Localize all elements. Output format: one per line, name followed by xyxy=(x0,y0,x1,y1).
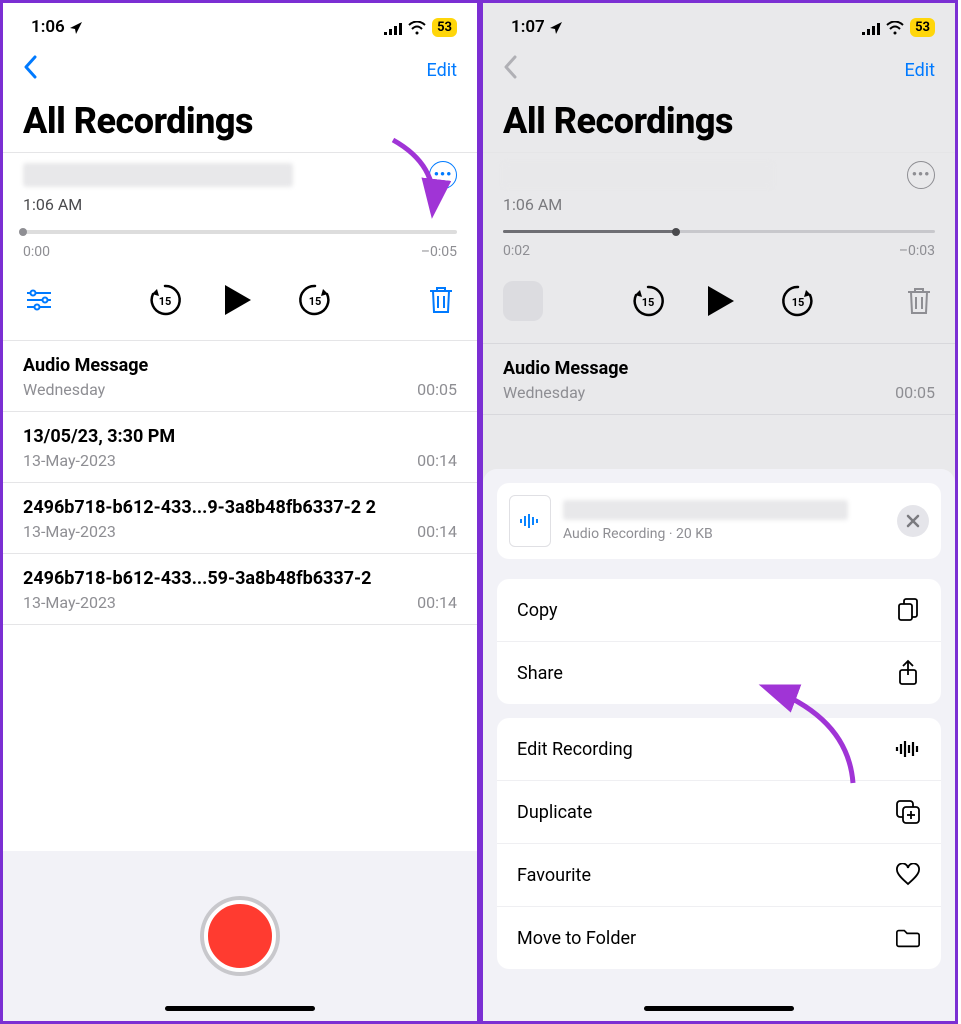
delete-button[interactable] xyxy=(425,284,457,316)
recordings-list: Audio Message Wednesday00:05 xyxy=(483,343,955,415)
home-indicator[interactable] xyxy=(165,1006,315,1011)
delete-button[interactable] xyxy=(903,285,935,317)
screenshot-left: 1:06 53 Edit All Recordings ••• 1:06 xyxy=(0,0,480,1024)
back-button[interactable] xyxy=(503,55,517,86)
heart-icon xyxy=(895,862,921,888)
page-title: All Recordings xyxy=(23,100,457,142)
action-group-1: Copy Share xyxy=(497,579,941,704)
svg-text:15: 15 xyxy=(642,296,655,309)
recording-timestamp: 1:06 AM xyxy=(23,189,457,230)
cellular-signal-icon xyxy=(384,20,402,34)
skip-back-15-button[interactable]: 15 xyxy=(147,282,183,318)
file-name-redacted xyxy=(563,500,848,520)
svg-text:15: 15 xyxy=(159,295,172,308)
play-button[interactable] xyxy=(706,284,740,318)
record-button[interactable] xyxy=(204,900,276,972)
play-button[interactable] xyxy=(223,283,257,317)
record-footer xyxy=(3,851,477,1021)
edit-button[interactable]: Edit xyxy=(905,60,935,81)
more-options-button[interactable]: ••• xyxy=(429,161,457,189)
elapsed-time: 0:00 xyxy=(23,244,50,260)
waveform-icon xyxy=(895,736,921,762)
playback-time-labels: 0:02 –0:03 xyxy=(483,233,955,263)
recording-timestamp: 1:06 AM xyxy=(503,189,935,230)
share-icon xyxy=(895,660,921,686)
action-move-to-folder[interactable]: Move to Folder xyxy=(497,907,941,969)
status-bar: 1:07 53 xyxy=(483,3,955,45)
playback-options-button[interactable] xyxy=(503,281,543,321)
status-time: 1:07 xyxy=(511,17,545,37)
action-edit-recording[interactable]: Edit Recording xyxy=(497,718,941,781)
playback-time-labels: 0:00 –0:05 xyxy=(3,234,477,264)
sheet-file-header: Audio Recording · 20 KB xyxy=(497,483,941,559)
recording-title-redacted xyxy=(23,163,293,187)
list-item[interactable]: Audio Message Wednesday00:05 xyxy=(3,341,477,412)
list-item[interactable]: 2496b718-b612-433...59-3a8b48fb6337-2 13… xyxy=(3,554,477,625)
cellular-signal-icon xyxy=(862,20,880,34)
svg-text:15: 15 xyxy=(309,295,322,308)
playback-controls: 15 15 xyxy=(483,263,955,343)
action-share[interactable]: Share xyxy=(497,642,941,704)
action-sheet: Audio Recording · 20 KB Copy Share xyxy=(483,469,955,1021)
nav-bar: Edit xyxy=(3,45,477,96)
playback-controls: 15 15 xyxy=(3,264,477,340)
playback-scrubber[interactable] xyxy=(3,230,477,234)
wifi-icon xyxy=(886,20,904,34)
list-item[interactable]: 2496b718-b612-433...9-3a8b48fb6337-2 2 1… xyxy=(3,483,477,554)
recording-title-redacted xyxy=(503,163,773,187)
skip-back-15-button[interactable]: 15 xyxy=(630,283,666,319)
more-options-button[interactable]: ••• xyxy=(907,161,935,189)
action-copy[interactable]: Copy xyxy=(497,579,941,642)
skip-forward-15-button[interactable]: 15 xyxy=(780,283,816,319)
file-thumbnail-icon xyxy=(509,495,551,547)
skip-forward-15-button[interactable]: 15 xyxy=(297,282,333,318)
home-indicator[interactable] xyxy=(644,1006,794,1011)
selected-recording: ••• 1:06 AM xyxy=(483,152,955,230)
file-subtitle: Audio Recording · 20 KB xyxy=(563,526,885,542)
selected-recording: ••• 1:06 AM xyxy=(3,152,477,230)
list-item[interactable]: Audio Message Wednesday00:05 xyxy=(483,344,955,415)
edit-button[interactable]: Edit xyxy=(427,60,457,81)
playback-scrubber[interactable] xyxy=(483,230,955,233)
list-item[interactable]: 13/05/23, 3:30 PM 13-May-202300:14 xyxy=(3,412,477,483)
copy-icon xyxy=(895,597,921,623)
screenshot-right: 1:07 53 Edit All Recordings ••• 1:06 xyxy=(480,0,958,1024)
folder-icon xyxy=(895,925,921,951)
wifi-icon xyxy=(408,20,426,34)
location-arrow-icon xyxy=(69,20,83,34)
elapsed-time: 0:02 xyxy=(503,243,530,259)
action-favourite[interactable]: Favourite xyxy=(497,844,941,907)
page-title: All Recordings xyxy=(503,100,935,142)
status-bar: 1:06 53 xyxy=(3,3,477,45)
status-time: 1:06 xyxy=(31,17,65,37)
action-duplicate[interactable]: Duplicate xyxy=(497,781,941,844)
remaining-time: –0:05 xyxy=(421,244,457,260)
battery-level-icon: 53 xyxy=(432,18,457,37)
svg-text:15: 15 xyxy=(792,296,805,309)
close-sheet-button[interactable] xyxy=(897,505,929,537)
battery-level-icon: 53 xyxy=(910,18,935,37)
duplicate-icon xyxy=(895,799,921,825)
recordings-list: Audio Message Wednesday00:05 13/05/23, 3… xyxy=(3,340,477,625)
remaining-time: –0:03 xyxy=(899,243,935,259)
back-button[interactable] xyxy=(23,55,37,86)
nav-bar: Edit xyxy=(483,45,955,96)
action-group-2: Edit Recording Duplicate Favourite Move … xyxy=(497,718,941,969)
playback-options-button[interactable] xyxy=(23,284,55,316)
location-arrow-icon xyxy=(549,20,563,34)
